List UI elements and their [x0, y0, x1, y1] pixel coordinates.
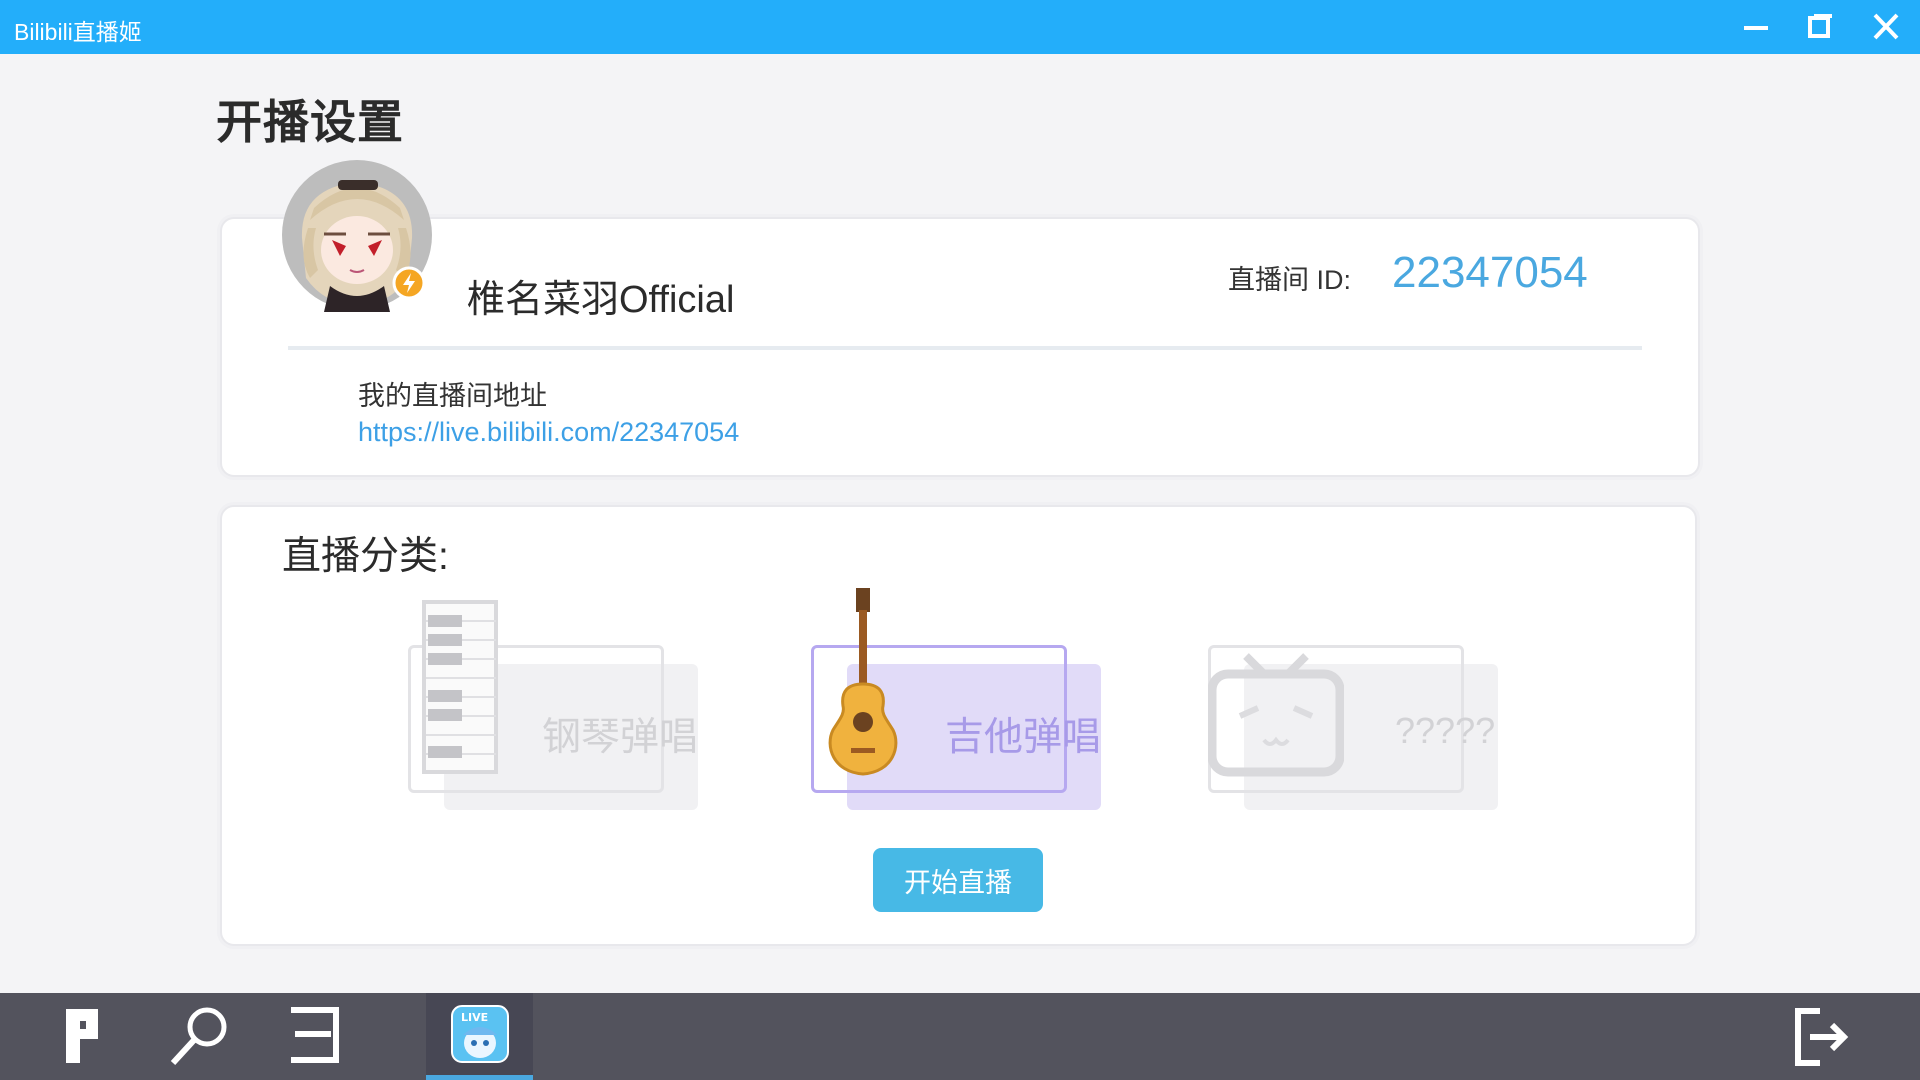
minimize-icon: [1744, 26, 1768, 30]
room-id-value: 22347054: [1392, 248, 1588, 297]
layout-icon: [291, 1007, 339, 1063]
page-title: 开播设置: [216, 96, 404, 148]
guitar-icon: [828, 588, 898, 776]
room-address-label: 我的直播间地址: [358, 381, 547, 411]
minimize-button[interactable]: [1736, 8, 1776, 46]
category-option-unknown[interactable]: ?????: [1208, 640, 1498, 810]
close-button[interactable]: [1866, 8, 1906, 46]
avatar[interactable]: [280, 158, 434, 312]
maximize-button[interactable]: [1799, 8, 1839, 46]
category-label: 直播分类:: [282, 535, 449, 578]
piano-icon: [422, 600, 498, 774]
taskbar-exit-button[interactable]: [1776, 1001, 1866, 1073]
bilibili-tv-icon: [1208, 653, 1344, 777]
category-option-label: 钢琴弹唱: [542, 716, 699, 759]
taskbar: LIVE: [0, 993, 1920, 1080]
divider: [288, 346, 1642, 350]
title-bar: Bilibili直播姬: [0, 0, 1920, 54]
taskbar-live-app-button[interactable]: LIVE: [426, 993, 533, 1080]
verified-badge-icon: [392, 266, 426, 300]
search-icon: [170, 1007, 227, 1066]
p-icon: [66, 1009, 98, 1063]
category-option-label: ?????: [1395, 710, 1496, 751]
category-option-guitar[interactable]: 吉他弹唱: [811, 588, 1102, 810]
live-app-icon: LIVE: [451, 1005, 509, 1063]
room-id-label: 直播间 ID:: [1228, 265, 1352, 295]
taskbar-layout-button[interactable]: [273, 1001, 363, 1073]
room-address-link[interactable]: https://live.bilibili.com/22347054: [358, 417, 739, 448]
start-live-button[interactable]: 开始直播: [873, 848, 1043, 912]
window-title: Bilibili直播姬: [14, 19, 142, 45]
svg-text:LIVE: LIVE: [461, 1011, 488, 1024]
maximize-icon: [1808, 14, 1832, 38]
taskbar-p-button[interactable]: [40, 1001, 130, 1073]
close-icon: [1873, 13, 1899, 40]
taskbar-search-button[interactable]: [155, 1001, 245, 1073]
category-option-piano[interactable]: 钢琴弹唱: [408, 600, 699, 810]
user-name: 椎名菜羽Official: [467, 279, 735, 321]
category-option-label: 吉他弹唱: [945, 716, 1102, 759]
exit-icon: [1795, 1008, 1849, 1066]
